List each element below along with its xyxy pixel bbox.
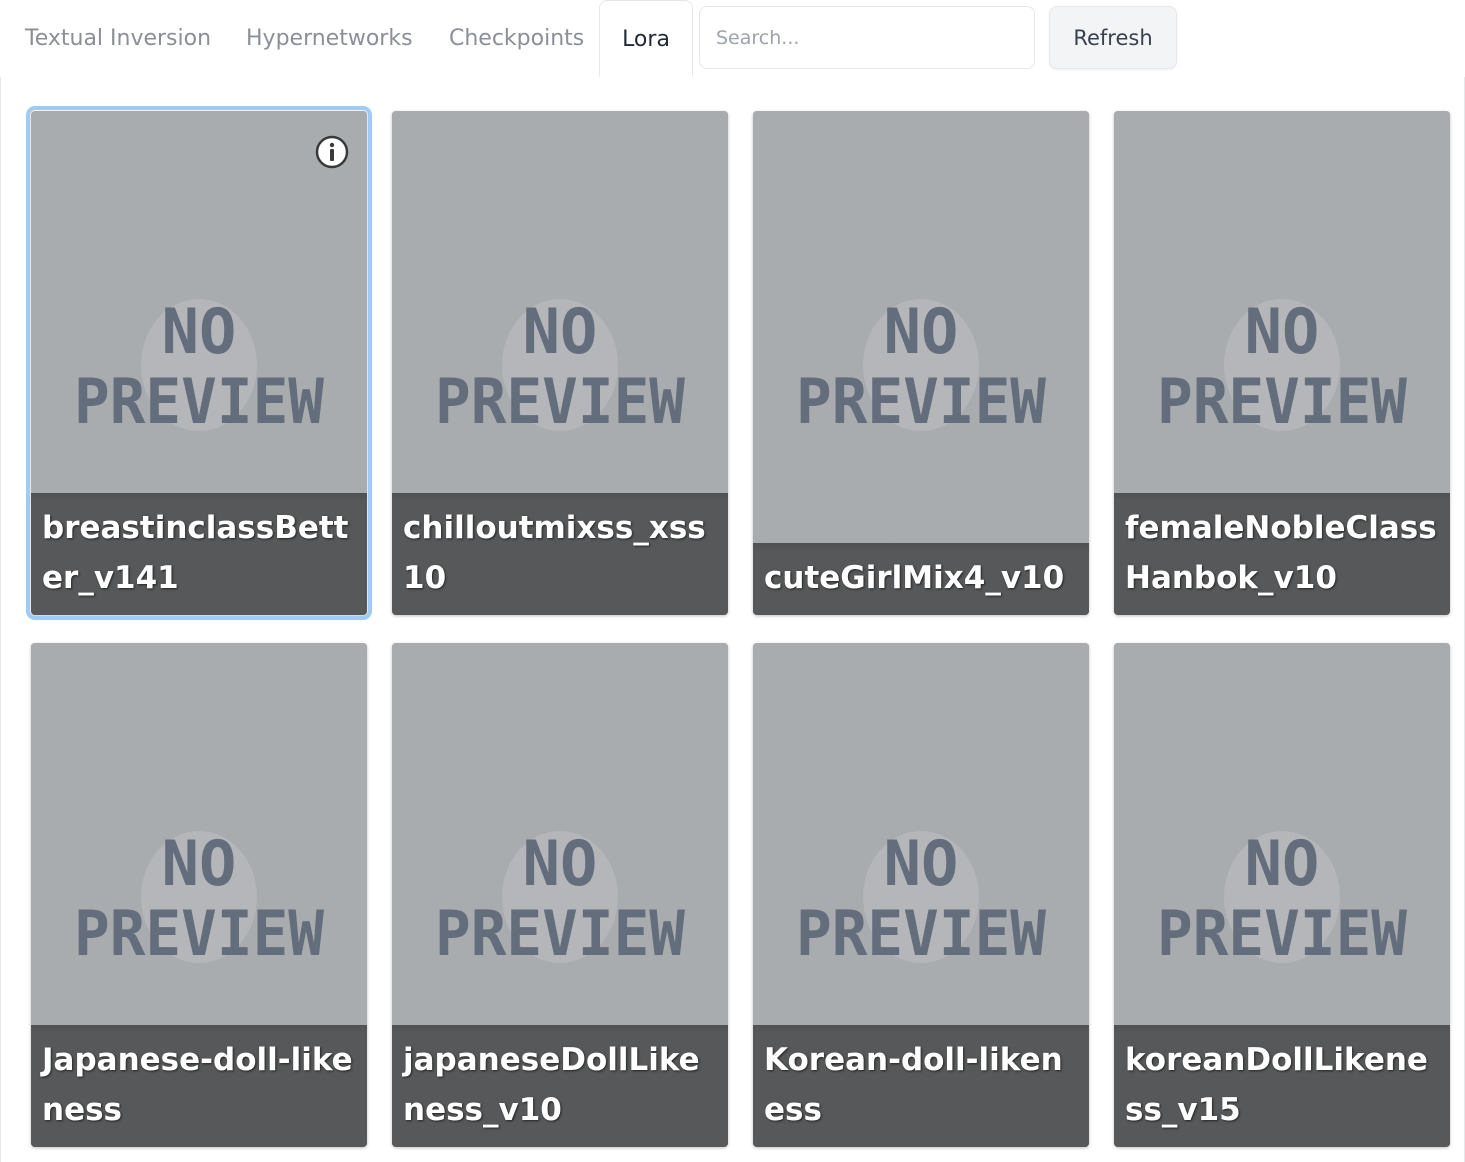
card-cutegirlmix4-v10[interactable]: NO PREVIEW cuteGirlMix4_v10 xyxy=(753,111,1089,615)
tab-textual-inversion[interactable]: Textual Inversion xyxy=(25,0,211,77)
preview-text-no: NO xyxy=(1245,295,1320,368)
preview-text-no: NO xyxy=(162,295,237,368)
search-input[interactable] xyxy=(699,6,1035,69)
preview-text-preview: PREVIEW xyxy=(435,365,686,438)
card-grid-panel: NO PREVIEW breastinclassBetter_v141 NO P… xyxy=(0,77,1465,1162)
tab-bar: Textual Inversion Hypernetworks Checkpoi… xyxy=(0,0,1465,78)
preview-text-no: NO xyxy=(162,827,237,900)
card-title: chilloutmixss_xss10 xyxy=(392,493,728,615)
card-chilloutmixss-xss10[interactable]: NO PREVIEW chilloutmixss_xss10 xyxy=(392,111,728,615)
tab-lora[interactable]: Lora xyxy=(599,0,693,77)
preview-text-no: NO xyxy=(884,295,959,368)
preview-text-no: NO xyxy=(523,295,598,368)
preview-text-preview: PREVIEW xyxy=(435,897,686,970)
preview-text-no: NO xyxy=(523,827,598,900)
card-title: cuteGirlMix4_v10 xyxy=(753,543,1089,615)
card-korean-doll-likeness[interactable]: NO PREVIEW Korean-doll-likeness xyxy=(753,643,1089,1147)
preview-text-preview: PREVIEW xyxy=(74,365,325,438)
card-title: koreanDollLikeness_v15 xyxy=(1114,1025,1450,1147)
preview-text-preview: PREVIEW xyxy=(796,897,1047,970)
card-title: femaleNobleClassHanbok_v10 xyxy=(1114,493,1450,615)
card-title: Japanese-doll-likeness xyxy=(31,1025,367,1147)
no-preview-image: NO PREVIEW xyxy=(753,111,1089,615)
card-title: breastinclassBetter_v141 xyxy=(31,493,367,615)
card-title: japaneseDollLikeness_v10 xyxy=(392,1025,728,1147)
info-icon[interactable] xyxy=(315,135,349,169)
preview-text-preview: PREVIEW xyxy=(1157,897,1408,970)
card-femalenobleclasshanbok-v10[interactable]: NO PREVIEW femaleNobleClassHanbok_v10 xyxy=(1114,111,1450,615)
card-koreandolllikeness-v15[interactable]: NO PREVIEW koreanDollLikeness_v15 xyxy=(1114,643,1450,1147)
refresh-button[interactable]: Refresh xyxy=(1049,6,1177,69)
card-japanese-doll-likeness[interactable]: NO PREVIEW Japanese-doll-likeness xyxy=(31,643,367,1147)
preview-text-no: NO xyxy=(1245,827,1320,900)
card-japanesedolllikeness-v10[interactable]: NO PREVIEW japaneseDollLikeness_v10 xyxy=(392,643,728,1147)
tab-checkpoints[interactable]: Checkpoints xyxy=(449,0,584,77)
card-title: Korean-doll-likeness xyxy=(753,1025,1089,1147)
preview-text-no: NO xyxy=(884,827,959,900)
preview-text-preview: PREVIEW xyxy=(796,365,1047,438)
tab-hypernetworks[interactable]: Hypernetworks xyxy=(246,0,413,77)
preview-text-preview: PREVIEW xyxy=(74,897,325,970)
card-breastinclassbetter-v141[interactable]: NO PREVIEW breastinclassBetter_v141 xyxy=(26,106,372,620)
preview-text-preview: PREVIEW xyxy=(1157,365,1408,438)
